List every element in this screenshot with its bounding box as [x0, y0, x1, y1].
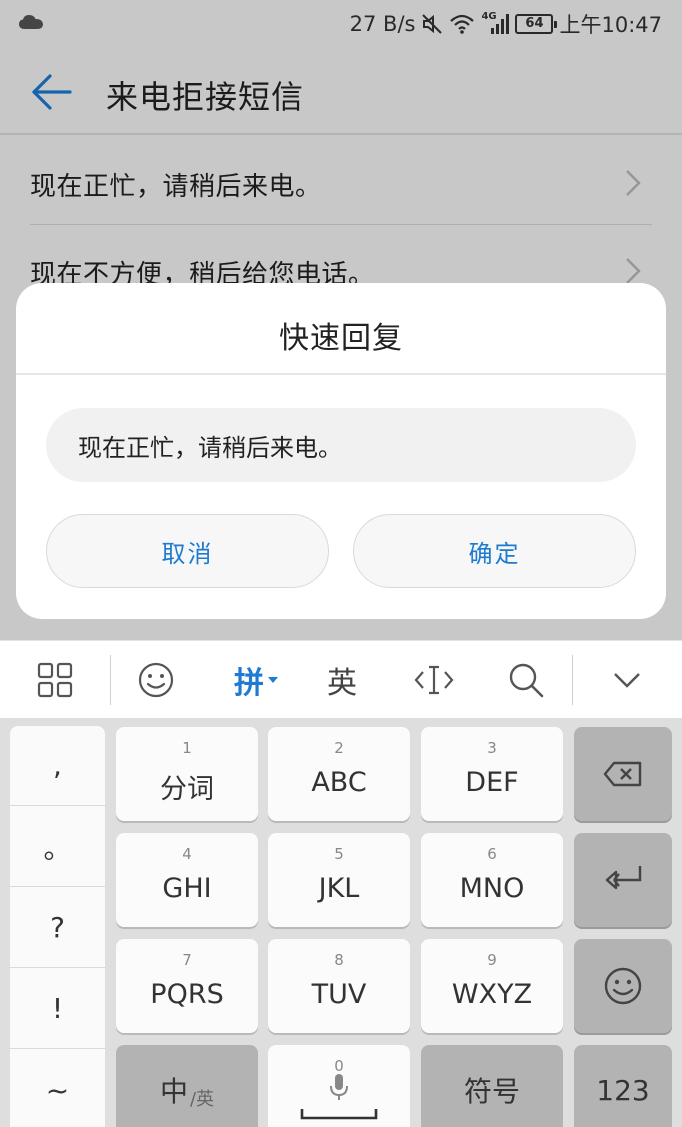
keyboard: , 。 ? ! ~ 1 分词 2 ABC 3 DEF 4 GHI 5 JKL 6… [0, 718, 682, 1127]
key-label: MNO [459, 873, 525, 904]
key-number: 7 [182, 951, 192, 969]
cancel-button[interactable]: 取消 [46, 514, 329, 588]
text-cursor-icon [414, 665, 454, 695]
pinyin-label: 拼 [234, 666, 264, 701]
key-6[interactable]: 6 MNO [421, 833, 563, 927]
chevron-down-icon [614, 673, 640, 688]
key-1[interactable]: 1 分词 [116, 727, 258, 821]
smiley-icon [604, 967, 642, 1005]
key-number: 9 [487, 951, 497, 969]
key-label: WXYZ [451, 979, 533, 1010]
punct-key[interactable]: 。 [10, 807, 105, 887]
key-label: 123 [596, 1073, 650, 1107]
key-3[interactable]: 3 DEF [421, 727, 563, 821]
number-mode-key[interactable]: 123 [574, 1045, 672, 1127]
ime-english-button[interactable]: 英 [306, 641, 378, 719]
ime-collapse-button[interactable] [592, 641, 662, 719]
caret-down-icon [268, 677, 278, 683]
punct-key[interactable]: ! [10, 969, 105, 1049]
key-label: 分词 [160, 774, 214, 805]
quick-reply-dialog: 快速回复 取消 确定 [16, 283, 666, 619]
space-key[interactable]: 0 [268, 1045, 410, 1127]
reply-input[interactable] [46, 408, 636, 482]
microphone-icon [330, 1074, 348, 1100]
key-9[interactable]: 9 WXYZ [421, 939, 563, 1033]
dialog-title: 快速回复 [279, 321, 403, 356]
key-8[interactable]: 8 TUV [268, 939, 410, 1033]
en-sub-label: /英 [189, 1089, 215, 1110]
ime-emoji-button[interactable] [120, 641, 192, 719]
ime-pinyin-button[interactable]: 拼 [218, 641, 294, 719]
key-number: 1 [182, 739, 192, 757]
english-label: 英 [327, 666, 357, 701]
divider [572, 655, 573, 705]
key-number: 8 [334, 951, 344, 969]
key-label: ABC [311, 767, 367, 798]
key-7[interactable]: 7 PQRS [116, 939, 258, 1033]
key-number: 3 [487, 739, 497, 757]
key-label: JKL [318, 873, 360, 904]
symbol-key[interactable]: 符号 [421, 1045, 563, 1127]
key-label: TUV [311, 979, 367, 1010]
key-number: 2 [334, 739, 344, 757]
key-label: 符号 [463, 1075, 520, 1108]
space-bar-icon [300, 1109, 378, 1120]
punct-key[interactable]: ? [10, 888, 105, 968]
search-icon [509, 663, 544, 698]
smiley-icon [138, 662, 174, 698]
ime-menu-button[interactable] [20, 641, 90, 719]
punct-key[interactable]: ~ [10, 1050, 105, 1127]
backspace-icon [603, 761, 642, 787]
grid-icon [37, 662, 73, 698]
backspace-key[interactable] [574, 727, 672, 821]
key-number: 5 [334, 845, 344, 863]
ime-search-button[interactable] [490, 641, 562, 719]
key-2[interactable]: 2 ABC [268, 727, 410, 821]
divider [110, 655, 111, 705]
punctuation-column: , 。 ? ! ~ [10, 726, 105, 1127]
zh-label: 中 [159, 1075, 188, 1108]
key-label-group: 中/英 [116, 1045, 258, 1127]
punct-key[interactable]: , [10, 726, 105, 806]
ime-cursor-button[interactable] [398, 641, 470, 719]
ime-toolbar: 拼 英 [0, 640, 682, 718]
key-label: PQRS [150, 979, 224, 1010]
emoji-key[interactable] [574, 939, 672, 1033]
key-4[interactable]: 4 GHI [116, 833, 258, 927]
key-label: DEF [465, 767, 519, 798]
key-label: GHI [162, 873, 212, 904]
confirm-button[interactable]: 确定 [353, 514, 636, 588]
zh-en-switch-key[interactable]: 中/英 [116, 1045, 258, 1127]
key-number: 4 [182, 845, 192, 863]
key-5[interactable]: 5 JKL [268, 833, 410, 927]
key-number: 6 [487, 845, 497, 863]
enter-icon [605, 866, 642, 890]
divider [16, 373, 666, 375]
enter-key[interactable] [574, 833, 672, 927]
